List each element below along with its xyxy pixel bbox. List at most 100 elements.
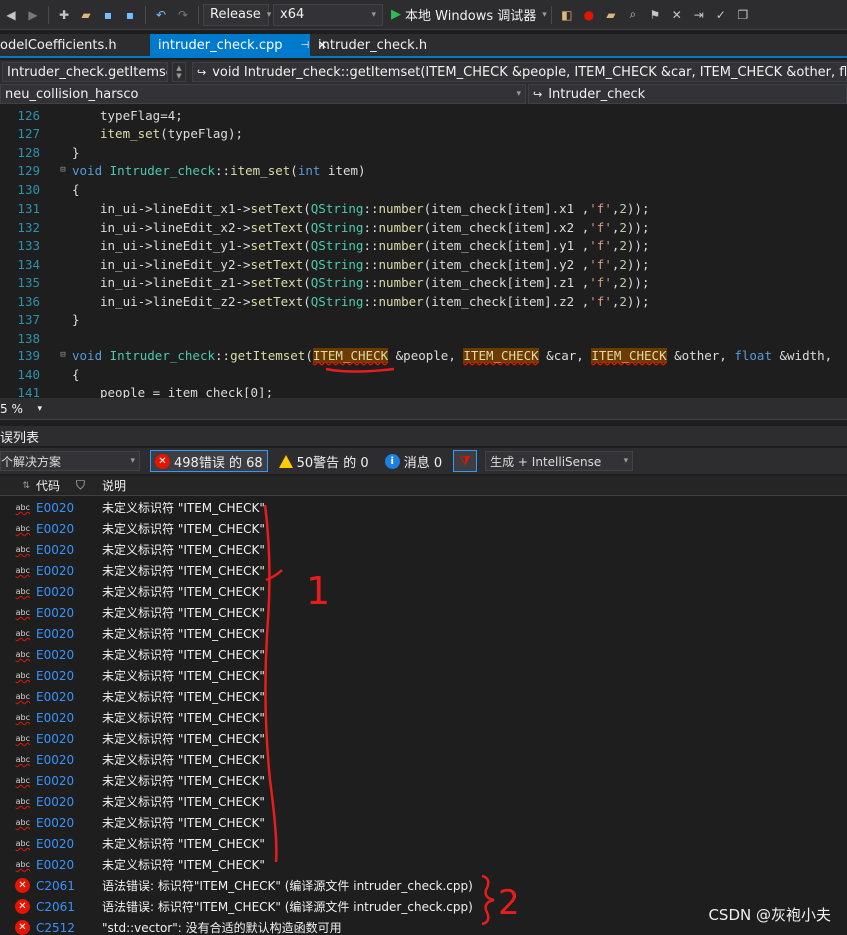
scope-filter-dropdown[interactable]: 个解决方案 ▾	[0, 451, 140, 471]
char-literal: 'f'	[589, 219, 612, 235]
error-code-link[interactable]: E0020	[36, 522, 102, 536]
diagnostics-icon[interactable]: ◧	[558, 6, 576, 24]
error-row[interactable]: abc E0020 未定义标识符 "ITEM_CHECK"	[0, 665, 847, 686]
forward-icon[interactable]: ▶	[24, 6, 42, 24]
project-dropdown[interactable]: neu_collision_harsco ▾	[0, 84, 526, 104]
ui-field: lineEdit_z2	[152, 293, 236, 309]
copy-icon[interactable]: ❐	[734, 6, 752, 24]
indent-icon[interactable]: ⇥	[690, 6, 708, 24]
error-code-link[interactable]: E0020	[36, 585, 102, 599]
warnings-filter-button[interactable]: 50警告 的 0	[274, 450, 374, 472]
error-code-link[interactable]: C2061	[36, 879, 102, 893]
error-row[interactable]: abc E0020 未定义标识符 "ITEM_CHECK"	[0, 644, 847, 665]
error-row[interactable]: abc E0020 未定义标识符 "ITEM_CHECK"	[0, 707, 847, 728]
scope-scroll-arrows[interactable]: ▲ ▼	[172, 62, 186, 82]
tab-intruder-check-h[interactable]: intruder_check.h	[310, 34, 435, 56]
error-row[interactable]: abc E0020 未定义标识符 "ITEM_CHECK"	[0, 518, 847, 539]
bookmark-icon[interactable]: ⚑	[646, 6, 664, 24]
folder-icon[interactable]: ▰	[602, 6, 620, 24]
error-row[interactable]: abc E0020 未定义标识符 "ITEM_CHECK"	[0, 560, 847, 581]
column-filter-icon[interactable]: ⛉	[76, 478, 102, 493]
column-header-description[interactable]: 说明	[102, 477, 126, 494]
error-code-link[interactable]: E0020	[36, 795, 102, 809]
platform-dropdown[interactable]: x64 ▾	[273, 3, 383, 26]
error-row[interactable]: abc E0020 未定义标识符 "ITEM_CHECK"	[0, 854, 847, 875]
error-row[interactable]: ✕ C2061 语法错误: 标识符"ITEM_CHECK" (编译源文件 intru…	[0, 875, 847, 896]
clear-bookmarks-icon[interactable]: ✕	[668, 6, 686, 24]
error-row[interactable]: abc E0020 未定义标识符 "ITEM_CHECK"	[0, 581, 847, 602]
code-fragment: &other,	[666, 347, 735, 363]
errors-filter-button[interactable]: ✕ 498错误 的 68	[150, 450, 268, 472]
error-code-link[interactable]: E0020	[36, 690, 102, 704]
save-icon[interactable]: ▪	[99, 6, 117, 24]
tab-model-coefficients-h[interactable]: odelCoefficients.h	[0, 34, 150, 56]
collapse-icon[interactable]: ⊟	[56, 165, 70, 175]
error-code-link[interactable]: E0020	[36, 774, 102, 788]
back-icon[interactable]: ◀	[2, 6, 20, 24]
error-code-link[interactable]: E0020	[36, 816, 102, 830]
severity-cell: abc	[0, 503, 36, 512]
error-code-link[interactable]: E0020	[36, 753, 102, 767]
error-row[interactable]: abc E0020 未定义标识符 "ITEM_CHECK"	[0, 770, 847, 791]
scope-dropdown[interactable]: Intruder_check.getItemse	[2, 62, 168, 82]
collapse-icon[interactable]: ⊟	[56, 350, 70, 360]
error-row[interactable]: abc E0020 未定义标识符 "ITEM_CHECK"	[0, 833, 847, 854]
error-code-link[interactable]: E0020	[36, 501, 102, 515]
intellisense-error-icon: abc	[15, 524, 30, 533]
struct-member: y2	[559, 256, 575, 272]
spell-check-icon[interactable]: ✓	[712, 6, 730, 24]
error-row[interactable]: abc E0020 未定义标识符 "ITEM_CHECK"	[0, 749, 847, 770]
error-row[interactable]: abc E0020 未定义标识符 "ITEM_CHECK"	[0, 812, 847, 833]
error-code-link[interactable]: E0020	[36, 858, 102, 872]
error-row[interactable]: abc E0020 未定义标识符 "ITEM_CHECK"	[0, 602, 847, 623]
error-code-link[interactable]: C2061	[36, 900, 102, 914]
zoom-dropdown[interactable]: 5 % ▾	[0, 402, 44, 416]
hot-reload-icon[interactable]: ●	[580, 6, 598, 24]
error-code-link[interactable]: E0020	[36, 564, 102, 578]
error-code-link[interactable]: E0020	[36, 606, 102, 620]
error-type-token: ITEM_CHECK	[463, 347, 539, 363]
build-only-filter-button[interactable]: ⧩	[453, 450, 478, 472]
error-row[interactable]: abc E0020 未定义标识符 "ITEM_CHECK"	[0, 623, 847, 644]
error-row[interactable]: abc E0020 未定义标识符 "ITEM_CHECK"	[0, 539, 847, 560]
tab-intruder-check-cpp[interactable]: intruder_check.cpp ⊣ ✕	[150, 34, 327, 56]
error-code-link[interactable]: E0020	[36, 627, 102, 641]
severity-cell: abc	[0, 671, 36, 680]
error-row[interactable]: abc E0020 未定义标识符 "ITEM_CHECK"	[0, 791, 847, 812]
error-code-link[interactable]: C2512	[36, 921, 102, 935]
column-header-code[interactable]: 代码	[36, 477, 76, 494]
save-all-icon[interactable]: ▪	[121, 6, 139, 24]
messages-filter-button[interactable]: i 消息 0	[380, 450, 447, 472]
error-code-link[interactable]: E0020	[36, 669, 102, 683]
error-code-link[interactable]: E0020	[36, 837, 102, 851]
new-project-icon[interactable]: ✚	[55, 6, 73, 24]
pin-icon[interactable]: ⊣	[300, 40, 309, 51]
error-row[interactable]: abc E0020 未定义标识符 "ITEM_CHECK"	[0, 728, 847, 749]
toolbar-divider	[198, 5, 199, 24]
keyword: float	[734, 347, 772, 363]
code-line: 133 in_ui->lineEdit_y1->setText(QString::…	[0, 236, 847, 254]
build-filter-dropdown[interactable]: 生成 + IntelliSense ▾	[485, 451, 634, 471]
sort-icon[interactable]: ⇅	[0, 481, 36, 491]
configuration-dropdown[interactable]: Release ▾	[203, 3, 271, 26]
char-literal: 'f'	[589, 274, 612, 290]
error-code-link[interactable]: E0020	[36, 711, 102, 725]
find-icon[interactable]: ⌕	[624, 6, 642, 24]
start-debugger-button[interactable]: ▶ 本地 Windows 调试器 ▾	[391, 5, 547, 24]
line-number: 138	[17, 330, 40, 346]
open-folder-icon[interactable]: ▰	[77, 6, 95, 24]
error-row[interactable]: abc E0020 未定义标识符 "ITEM_CHECK"	[0, 686, 847, 707]
error-row[interactable]: abc E0020 未定义标识符 "ITEM_CHECK"	[0, 497, 847, 518]
error-code-link[interactable]: E0020	[36, 543, 102, 557]
function-call: setText	[250, 237, 304, 253]
code-editor[interactable]: 126 typeFlag=4; 127 item_set(typeFlag); …	[0, 106, 847, 398]
redo-icon[interactable]: ↷	[174, 6, 192, 24]
play-icon: ▶	[391, 7, 401, 22]
undo-icon[interactable]: ↶	[152, 6, 170, 24]
error-code-link[interactable]: E0020	[36, 732, 102, 746]
class-dropdown[interactable]: ↪ Intruder_check	[528, 84, 847, 104]
code-line: 128 }	[0, 143, 847, 161]
code-fragment: (	[290, 162, 298, 178]
error-code-link[interactable]: E0020	[36, 648, 102, 662]
member-dropdown[interactable]: ↪ void Intruder_check::getItemset(ITEM_C…	[192, 62, 847, 82]
